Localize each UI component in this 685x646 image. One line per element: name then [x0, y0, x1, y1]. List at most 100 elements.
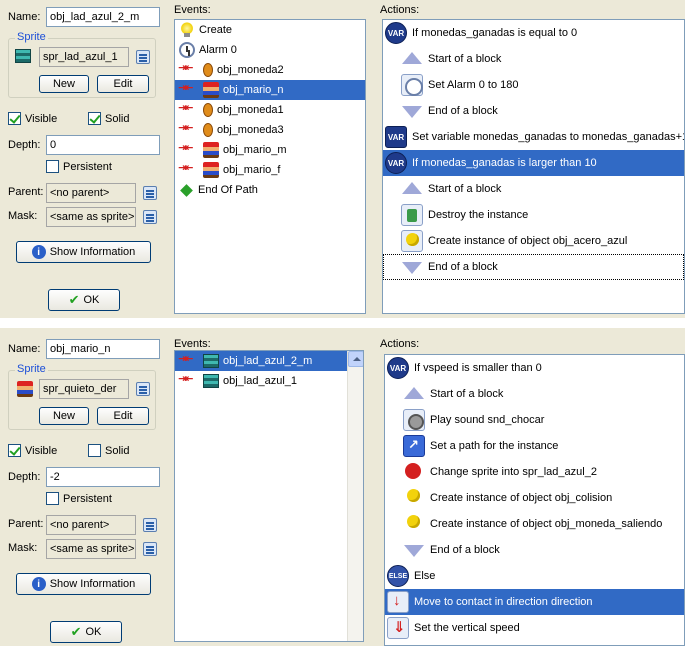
- sprite-group: Sprite spr_lad_azul_1 New Edit: [8, 31, 156, 98]
- action-label: Move to contact in direction direction: [414, 596, 593, 608]
- sprite-select[interactable]: spr_lad_azul_1: [39, 47, 129, 67]
- action-item[interactable]: VAR If monedas_ganadas is larger than 10: [383, 150, 684, 176]
- name-label: Name:: [8, 343, 41, 355]
- action-item[interactable]: Change sprite into spr_lad_azul_2: [385, 459, 684, 485]
- action-item[interactable]: VAR Set variable monedas_ganadas to moned…: [383, 124, 684, 150]
- sprite-select[interactable]: spr_quieto_der: [39, 379, 129, 399]
- action-item[interactable]: Set Alarm 0 to 180: [383, 72, 684, 98]
- actions-panel: Actions: VAR If monedas_ganadas is equal …: [376, 0, 685, 318]
- action-item[interactable]: End of a block: [385, 537, 684, 563]
- edit-sprite-button[interactable]: Edit: [97, 407, 149, 425]
- event-item[interactable]: End Of Path: [175, 180, 365, 200]
- persistent-checkbox[interactable]: Persistent: [46, 160, 112, 173]
- action-item[interactable]: End of a block: [383, 254, 684, 280]
- visible-checkbox[interactable]: Visible: [8, 112, 57, 125]
- name-input[interactable]: obj_mario_n: [46, 339, 160, 359]
- sprite-pick-icon[interactable]: [136, 382, 150, 396]
- solid-label: Solid: [105, 112, 130, 125]
- event-item[interactable]: obj_lad_azul_1: [175, 371, 363, 391]
- parent-pick-icon[interactable]: [143, 518, 157, 532]
- visible-label: Visible: [25, 112, 58, 125]
- action-item[interactable]: Start of a block: [383, 46, 684, 72]
- solid-checkbox[interactable]: Solid: [88, 444, 129, 457]
- scroll-up-icon[interactable]: [348, 351, 363, 367]
- show-information-button[interactable]: i Show Information: [16, 241, 151, 263]
- visible-check-box[interactable]: [8, 444, 21, 457]
- event-item[interactable]: obj_mario_f: [175, 160, 365, 180]
- object-properties-window-1: Name: obj_lad_azul_2_m Sprite spr_lad_az…: [0, 0, 685, 318]
- action-item[interactable]: Create instance of object obj_moneda_sal…: [385, 511, 684, 537]
- event-item[interactable]: obj_mario_n: [175, 80, 365, 100]
- ok-button[interactable]: ✔ OK: [50, 621, 122, 643]
- event-item[interactable]: obj_lad_azul_2_m: [175, 351, 347, 371]
- brick-icon: [203, 354, 219, 368]
- event-item[interactable]: Create: [175, 20, 365, 40]
- create-instance-icon: [403, 487, 425, 509]
- edit-sprite-button[interactable]: Edit: [97, 75, 149, 93]
- parent-pick-icon[interactable]: [143, 186, 157, 200]
- visible-checkbox[interactable]: Visible: [8, 444, 57, 457]
- event-item[interactable]: obj_moneda2: [175, 60, 365, 80]
- events-panel: Events: obj_lad_azul_2_m obj_lad_azul_1: [172, 328, 368, 646]
- action-item[interactable]: Create instance of object obj_acero_azul: [383, 228, 684, 254]
- show-information-button[interactable]: i Show Information: [16, 573, 151, 595]
- persistent-label: Persistent: [63, 160, 112, 173]
- action-item[interactable]: Start of a block: [385, 381, 684, 407]
- destroy-icon: [401, 204, 423, 226]
- mask-pick-icon[interactable]: [143, 542, 157, 556]
- action-item[interactable]: Start of a block: [383, 176, 684, 202]
- mario-icon: [203, 142, 219, 158]
- depth-input[interactable]: -2: [46, 467, 160, 487]
- persistent-checkbox[interactable]: Persistent: [46, 492, 112, 505]
- action-item[interactable]: VAR If monedas_ganadas is equal to 0: [383, 20, 684, 46]
- solid-check-box[interactable]: [88, 444, 101, 457]
- persistent-check-box[interactable]: [46, 492, 59, 505]
- action-label: If monedas_ganadas is equal to 0: [412, 27, 578, 39]
- action-label: End of a block: [428, 261, 498, 273]
- ok-button[interactable]: ✔ OK: [48, 289, 120, 311]
- action-item[interactable]: Create instance of object obj_colision: [385, 485, 684, 511]
- action-item[interactable]: Set a path for the instance: [385, 433, 684, 459]
- coin-icon: [203, 103, 213, 117]
- action-item[interactable]: End of a block: [383, 98, 684, 124]
- mask-label: Mask:: [8, 542, 38, 554]
- sprite-pick-icon[interactable]: [136, 50, 150, 64]
- sprite-group-title: Sprite: [15, 363, 48, 375]
- action-item[interactable]: ELSE Else: [385, 563, 684, 589]
- persistent-check-box[interactable]: [46, 160, 59, 173]
- collision-icon: [178, 121, 199, 138]
- depth-input[interactable]: 0: [46, 135, 160, 155]
- action-item[interactable]: Destroy the instance: [383, 202, 684, 228]
- solid-checkbox[interactable]: Solid: [88, 112, 129, 125]
- action-item[interactable]: Move to contact in direction direction: [385, 589, 684, 615]
- mask-pick-icon[interactable]: [143, 210, 157, 224]
- event-item[interactable]: obj_mario_m: [175, 140, 365, 160]
- action-label: Create instance of object obj_acero_azul: [428, 235, 628, 247]
- else-icon: ELSE: [387, 565, 409, 587]
- actions-list: VAR If monedas_ganadas is equal to 0 Star…: [382, 19, 685, 314]
- change-sprite-icon: [403, 461, 425, 483]
- action-item[interactable]: Set the vertical speed: [385, 615, 684, 641]
- name-input[interactable]: obj_lad_azul_2_m: [46, 7, 160, 27]
- event-item[interactable]: obj_moneda1: [175, 100, 365, 120]
- events-scrollbar[interactable]: [347, 351, 363, 641]
- new-sprite-button[interactable]: New: [39, 75, 89, 93]
- new-sprite-button[interactable]: New: [39, 407, 89, 425]
- events-list: obj_lad_azul_2_m obj_lad_azul_1: [174, 350, 364, 642]
- event-item[interactable]: obj_moneda3: [175, 120, 365, 140]
- mario-icon: [203, 162, 219, 178]
- solid-check-box[interactable]: [88, 112, 101, 125]
- end-block-icon: [403, 539, 425, 561]
- action-label: Else: [414, 570, 436, 582]
- action-item[interactable]: VAR If vspeed is smaller than 0: [385, 355, 684, 381]
- action-label: Play sound snd_chocar: [430, 414, 545, 426]
- parent-select[interactable]: <no parent>: [46, 515, 136, 535]
- visible-check-box[interactable]: [8, 112, 21, 125]
- event-item[interactable]: Alarm 0: [175, 40, 365, 60]
- mask-select[interactable]: <same as sprite>: [46, 539, 136, 559]
- mask-select[interactable]: <same as sprite>: [46, 207, 136, 227]
- action-label: Create instance of object obj_moneda_sal…: [430, 518, 663, 530]
- event-label: Alarm 0: [199, 44, 237, 56]
- action-item[interactable]: Play sound snd_chocar: [385, 407, 684, 433]
- parent-select[interactable]: <no parent>: [46, 183, 136, 203]
